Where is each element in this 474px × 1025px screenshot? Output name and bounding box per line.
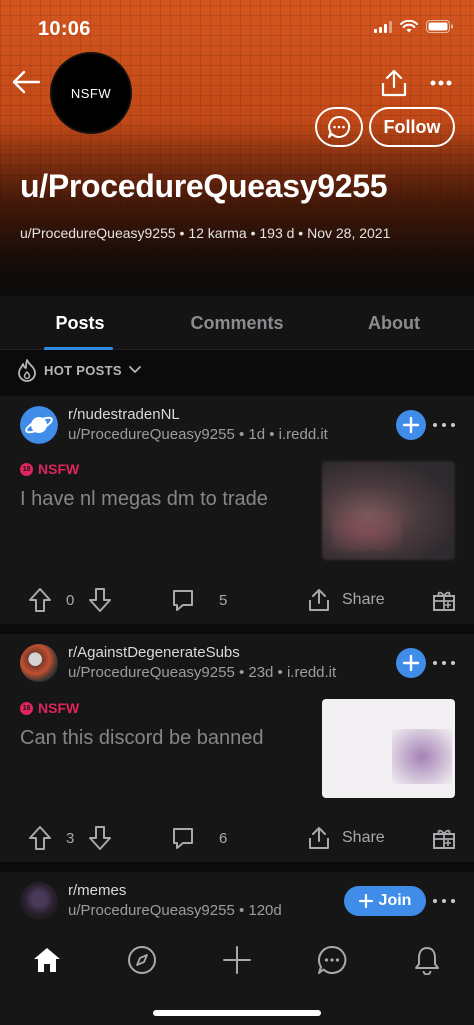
back-button[interactable]: [8, 64, 44, 100]
join-subreddit-button[interactable]: [396, 410, 426, 440]
status-time: 10:06: [38, 18, 91, 40]
comment-count: 5: [219, 591, 228, 609]
bell-icon: [415, 947, 439, 975]
plus-icon: [403, 417, 419, 433]
avatar-text: NSFW: [70, 85, 112, 101]
profile-meta: u/ProcedureQueasy9255 • 12 karma • 193 d…: [20, 225, 391, 241]
profile-avatar: NSFW: [50, 52, 132, 134]
plus-icon: [358, 894, 373, 908]
gift-icon: [433, 591, 455, 611]
join-button[interactable]: Join: [344, 886, 426, 916]
vote-count: 0: [66, 591, 75, 609]
share-label: Share: [342, 591, 385, 608]
upvote-button[interactable]: [28, 818, 52, 858]
comments-button[interactable]: [171, 580, 195, 620]
upvote-icon: [29, 826, 51, 850]
upvote-button[interactable]: [28, 580, 52, 620]
nsfw-label: NSFW: [38, 700, 80, 716]
gift-icon: [433, 829, 455, 849]
share-icon: [309, 827, 329, 849]
home-indicator: [153, 1010, 321, 1016]
comment-icon: [173, 828, 193, 849]
nav-home[interactable]: [25, 938, 69, 982]
subreddit-name[interactable]: r/nudestradenNL: [68, 406, 180, 423]
award-button[interactable]: [432, 818, 456, 858]
chat-bubble-icon: [317, 945, 347, 974]
post-actions: 3 6 Share: [0, 818, 474, 858]
downvote-button[interactable]: [88, 580, 112, 620]
nsfw-icon: 18: [20, 701, 33, 715]
arrow-left-icon: [12, 70, 41, 94]
chevron-down-icon: [128, 366, 141, 373]
nsfw-tag: 18 NSFW: [20, 700, 79, 716]
signal-icon: [374, 20, 392, 33]
nav-create[interactable]: [215, 938, 259, 982]
downvote-icon: [89, 826, 111, 850]
comment-count: 6: [219, 829, 228, 847]
post-meta: u/ProcedureQueasy9255 • 23d • i.redd.it: [68, 664, 337, 681]
vote-count: 3: [66, 829, 75, 847]
sort-row: HOT POSTS: [0, 350, 474, 392]
share-label: Share: [342, 829, 385, 846]
subreddit-avatar[interactable]: [20, 406, 58, 444]
nav-discover[interactable]: [120, 938, 164, 982]
post-thumbnail[interactable]: [322, 461, 455, 560]
post-title[interactable]: Can this discord be banned: [20, 727, 264, 750]
post-card[interactable]: r/memes u/ProcedureQueasy9255 • 120d Joi…: [0, 872, 474, 928]
subreddit-name[interactable]: r/memes: [68, 882, 126, 899]
compass-icon: [128, 946, 156, 974]
profile-tabs: Posts Comments About: [0, 296, 474, 350]
post-card[interactable]: r/nudestradenNL u/ProcedureQueasy9255 • …: [0, 396, 474, 624]
comments-button[interactable]: [171, 818, 195, 858]
comment-icon: [173, 590, 193, 611]
subreddit-avatar[interactable]: [20, 644, 58, 682]
nsfw-tag: 18 NSFW: [20, 461, 79, 477]
wifi-icon: [400, 20, 418, 33]
tab-about[interactable]: About: [350, 296, 438, 350]
share-icon: [309, 589, 329, 611]
post-thumbnail[interactable]: [322, 699, 455, 798]
tab-posts[interactable]: Posts: [20, 296, 140, 350]
home-icon: [34, 948, 60, 972]
follow-button[interactable]: Follow: [369, 107, 455, 147]
share-button[interactable]: Share: [308, 580, 385, 620]
award-button[interactable]: [432, 580, 456, 620]
share-icon[interactable]: [380, 68, 408, 98]
plus-icon: [223, 946, 251, 974]
post-options-icon[interactable]: [433, 422, 455, 428]
profile-header: [0, 0, 474, 296]
chat-bubble-icon: [328, 115, 351, 138]
battery-icon: [426, 20, 453, 33]
post-card[interactable]: r/AgainstDegenerateSubs u/ProcedureQueas…: [0, 634, 474, 862]
post-title[interactable]: I have nl megas dm to trade: [20, 488, 268, 511]
post-actions: 0 5 Share: [0, 580, 474, 620]
downvote-button[interactable]: [88, 818, 112, 858]
share-button[interactable]: Share: [308, 818, 385, 858]
sort-label: HOT POSTS: [44, 362, 122, 378]
nav-notifications[interactable]: [405, 938, 449, 982]
join-label: Join: [378, 892, 412, 909]
upvote-icon: [29, 588, 51, 612]
post-meta: u/ProcedureQueasy9255 • 1d • i.redd.it: [68, 426, 328, 443]
nsfw-label: NSFW: [38, 461, 80, 477]
flame-icon: [18, 359, 36, 382]
join-subreddit-button[interactable]: [396, 648, 426, 678]
downvote-icon: [89, 588, 111, 612]
nav-chat[interactable]: [310, 938, 354, 982]
planet-icon: [20, 406, 58, 444]
post-options-icon[interactable]: [433, 660, 455, 666]
tab-comments[interactable]: Comments: [170, 296, 304, 350]
profile-username: u/ProcedureQueasy9255: [20, 168, 388, 204]
chat-button[interactable]: [315, 107, 363, 147]
sort-dropdown[interactable]: HOT POSTS: [16, 358, 142, 382]
status-icons: [374, 20, 454, 33]
post-options-icon[interactable]: [433, 898, 455, 904]
subreddit-name[interactable]: r/AgainstDegenerateSubs: [68, 644, 240, 661]
plus-icon: [403, 655, 419, 671]
subreddit-avatar[interactable]: [20, 882, 58, 920]
header-actions: [380, 68, 452, 98]
nsfw-icon: 18: [20, 462, 33, 476]
post-meta: u/ProcedureQueasy9255 • 120d: [68, 902, 282, 919]
more-options-icon[interactable]: [430, 80, 452, 86]
